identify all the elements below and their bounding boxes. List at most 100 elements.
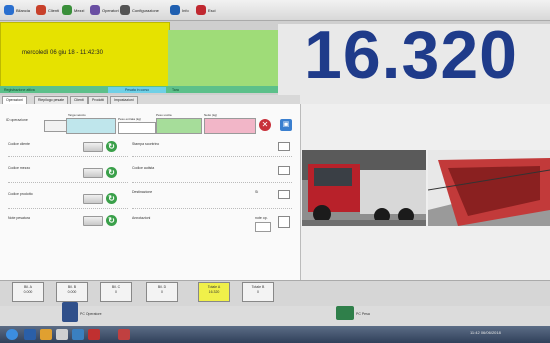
menu-label: Clienti bbox=[48, 7, 60, 13]
refresh-icon[interactable]: ↻ bbox=[106, 215, 117, 226]
lookup-cliente-button[interactable] bbox=[83, 142, 103, 152]
app-icon[interactable] bbox=[56, 329, 68, 340]
info-icon bbox=[170, 5, 180, 15]
menu-label: Mezzi bbox=[74, 7, 85, 13]
lookup-note-button[interactable] bbox=[83, 216, 103, 226]
divider bbox=[8, 182, 128, 183]
peso-entrata-field[interactable] bbox=[118, 122, 156, 134]
peso-entrata-label: Peso entrata (kg) bbox=[118, 117, 142, 121]
clock: 11:42 06/06/2018 bbox=[470, 330, 501, 335]
field-label-note: Note pesatura bbox=[8, 216, 30, 220]
truck-top-image bbox=[428, 150, 550, 226]
tab-operazioni[interactable]: Operazioni bbox=[2, 96, 27, 104]
autista-checkbox[interactable] bbox=[278, 166, 290, 175]
field-label-annotazioni: Annotazioni bbox=[132, 216, 151, 220]
targa-field[interactable] bbox=[66, 118, 116, 134]
netto-label: Netto (kg) bbox=[204, 113, 218, 117]
counter-value: 16.320 bbox=[208, 290, 220, 294]
counter-2[interactable]: Bil. C0 bbox=[100, 282, 132, 302]
refresh-icon[interactable]: ↻ bbox=[106, 193, 117, 204]
menu-label: Info bbox=[182, 7, 189, 13]
counter-value: 0 bbox=[115, 290, 117, 294]
field-label-autista: Codice autista bbox=[132, 166, 155, 170]
menu-item-bilancia[interactable]: Bilancia bbox=[4, 4, 30, 16]
start-icon[interactable] bbox=[6, 329, 18, 340]
tare-label: Tara bbox=[172, 88, 179, 92]
counter-0[interactable]: Bil. A 0.000 bbox=[12, 282, 44, 302]
divider bbox=[132, 182, 292, 183]
peso-uscita-field[interactable] bbox=[156, 118, 202, 134]
annotazioni-value: note op. bbox=[255, 216, 268, 220]
menu-item-info[interactable]: Info bbox=[170, 4, 189, 16]
media-icon[interactable] bbox=[118, 329, 130, 340]
truck-icon bbox=[62, 5, 72, 15]
camera-feed-front bbox=[302, 150, 426, 226]
tab-impostazioni[interactable]: Impostazioni bbox=[110, 96, 138, 104]
strip-left-label: Registrazione attiva bbox=[4, 88, 35, 92]
folder-icon[interactable] bbox=[40, 329, 52, 340]
destinazione-checkbox[interactable] bbox=[278, 190, 290, 199]
id-label: ID operazione bbox=[6, 118, 28, 122]
field-label-mezzo: Codice mezzo bbox=[8, 166, 31, 170]
menu-label: Operatori bbox=[102, 7, 119, 13]
counter-value: 0.000 bbox=[23, 290, 33, 294]
counter-1[interactable]: Bil. B 0.000 bbox=[56, 282, 88, 302]
menu-item-clienti[interactable]: Clienti bbox=[36, 4, 59, 16]
refresh-icon[interactable]: ↻ bbox=[106, 167, 117, 178]
lookup-prodotto-button[interactable] bbox=[83, 194, 103, 204]
datetime-label: mercoledì 06 giu 18 - 11:42:30 bbox=[22, 50, 103, 56]
menu-label: Configurazione bbox=[132, 7, 159, 13]
menu-item-esci[interactable]: Esci bbox=[196, 4, 216, 16]
status-area bbox=[0, 306, 550, 326]
annotazioni-field[interactable] bbox=[255, 222, 271, 232]
operator-pc-icon[interactable] bbox=[62, 302, 78, 322]
netto-field[interactable] bbox=[204, 118, 256, 134]
weight-display: 16.320 bbox=[304, 17, 518, 93]
scale-pc-icon[interactable] bbox=[336, 306, 354, 320]
camera-feed-top bbox=[428, 150, 550, 226]
users-icon bbox=[36, 5, 46, 15]
field-label-prodotto: Codice prodotto bbox=[8, 192, 33, 196]
counter-value: 0 bbox=[257, 290, 259, 294]
destinazione-value: Sì bbox=[255, 190, 259, 194]
scale-pc-caption: PC Pesa bbox=[356, 312, 370, 316]
weighing-button[interactable]: Pesata in corso bbox=[108, 87, 166, 93]
status-band bbox=[168, 30, 278, 86]
divider bbox=[132, 208, 292, 209]
counter-3[interactable]: Bil. D0 bbox=[146, 282, 178, 302]
delete-icon[interactable]: ✕ bbox=[259, 119, 271, 131]
wrench-icon bbox=[120, 5, 130, 15]
operation-form: ID operazione Targa veicolo Peso entrata… bbox=[0, 104, 301, 280]
scale-app-icon[interactable] bbox=[88, 329, 100, 340]
menu-item-operatori[interactable]: Operatori bbox=[90, 4, 119, 16]
operator-icon bbox=[90, 5, 100, 15]
field-label-destinazione: Destinazione bbox=[132, 190, 153, 194]
refresh-icon[interactable]: ↻ bbox=[106, 141, 117, 152]
menu-label: Bilancia bbox=[16, 7, 31, 13]
field-label-stampa: Stampa scontrino bbox=[132, 142, 160, 146]
id-field[interactable] bbox=[44, 120, 68, 132]
scale-icon bbox=[4, 5, 14, 15]
targa-label: Targa veicolo bbox=[68, 113, 86, 117]
counter-4[interactable]: Totale A 16.320 bbox=[198, 282, 230, 302]
counter-5[interactable]: Totale B0 bbox=[242, 282, 274, 302]
tab-clienti[interactable]: Clienti bbox=[70, 96, 88, 104]
counter-value: 0 bbox=[161, 290, 163, 294]
save-icon[interactable]: ▣ bbox=[280, 119, 292, 131]
browser-icon[interactable] bbox=[72, 329, 84, 340]
menu-item-mezzi[interactable]: Mezzi bbox=[62, 4, 84, 16]
explorer-icon[interactable] bbox=[24, 329, 36, 340]
exit-icon bbox=[196, 5, 206, 15]
counter-value: 0.000 bbox=[67, 290, 77, 294]
tab-prodotti[interactable]: Prodotti bbox=[88, 96, 109, 104]
menu-label: Esci bbox=[208, 7, 216, 13]
divider bbox=[8, 156, 128, 157]
divider bbox=[8, 208, 128, 209]
operator-pc-caption: PC Operatore bbox=[80, 312, 102, 316]
annotazioni-checkbox[interactable] bbox=[278, 216, 290, 228]
menu-item-configurazione[interactable]: Configurazione bbox=[120, 4, 159, 16]
peso-uscita-label: Peso uscita bbox=[156, 113, 172, 117]
lookup-mezzo-button[interactable] bbox=[83, 168, 103, 178]
tab-riepilogo[interactable]: Riepilogo pesate bbox=[34, 96, 69, 104]
stampa-checkbox[interactable] bbox=[278, 142, 290, 151]
